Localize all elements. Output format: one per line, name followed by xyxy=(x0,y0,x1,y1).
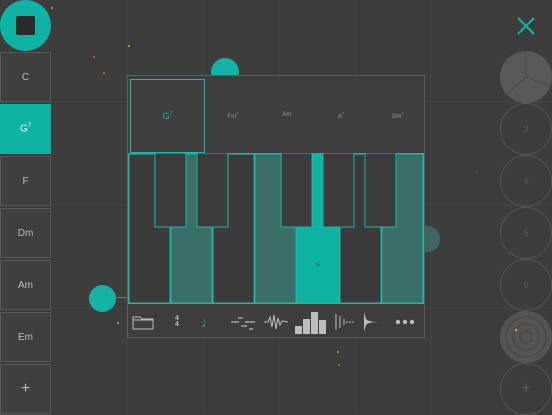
pad-circle-active[interactable] xyxy=(500,51,552,103)
sidebar-item-dm[interactable]: Dm xyxy=(0,208,51,258)
piano-keyboard[interactable] xyxy=(128,153,424,304)
pie-icon xyxy=(505,51,552,96)
plus-icon: + xyxy=(521,380,531,397)
stop-button[interactable] xyxy=(0,0,51,51)
black-key xyxy=(196,153,229,228)
pad-circle-5[interactable]: 5 xyxy=(500,207,552,259)
chord-option-a7[interactable]: A7 xyxy=(323,79,359,151)
close-icon xyxy=(517,17,535,35)
pad-number: 6 xyxy=(523,280,529,290)
more-button[interactable] xyxy=(392,309,418,335)
chord-panel: G7 Fm7 Am A7 Dm7 G 44 ♩ xyxy=(127,75,425,338)
pad-number: 3 xyxy=(523,124,529,134)
more-icon xyxy=(395,319,415,325)
add-chord-button[interactable]: + xyxy=(0,364,51,414)
sidebar-item-em[interactable]: Em xyxy=(0,312,51,362)
sidebar-item-am[interactable]: Am xyxy=(0,260,51,310)
sidebar-item-g7[interactable]: G7 xyxy=(0,104,51,154)
envelope-button[interactable] xyxy=(360,309,384,335)
arpeggio-icon xyxy=(231,317,255,330)
sidebar-item-label: F xyxy=(22,175,29,187)
key-label: G xyxy=(316,262,320,268)
sidebar-item-label: Am xyxy=(18,279,33,291)
wave-icon xyxy=(264,314,289,330)
chord-option-am[interactable]: Am xyxy=(268,79,306,151)
black-key xyxy=(322,153,355,228)
pad-circle-6[interactable]: 6 xyxy=(500,259,552,311)
black-key-highlight xyxy=(312,153,324,228)
pad-circle-4[interactable]: 4 xyxy=(500,155,552,207)
chord-option-fm7[interactable]: Fm7 xyxy=(213,79,253,151)
arpeggio-button[interactable] xyxy=(228,309,258,335)
sidebar-item-c[interactable]: C xyxy=(0,52,51,102)
folder-icon xyxy=(132,316,154,330)
chord-label: A7 xyxy=(337,110,345,120)
sidebar-item-label: Dm xyxy=(17,227,34,239)
chord-option-g7[interactable]: G7 xyxy=(130,79,205,153)
black-key xyxy=(364,153,397,228)
sidebar-item-f[interactable]: F xyxy=(0,156,51,206)
floating-node[interactable] xyxy=(89,285,116,312)
chord-label: G7 xyxy=(162,111,173,121)
sidebar-item-label: C xyxy=(21,71,30,83)
wave-button[interactable] xyxy=(262,309,290,335)
chord-label: Am xyxy=(282,112,292,118)
black-key xyxy=(154,153,187,228)
note-button[interactable]: ♩ xyxy=(198,309,218,335)
strum-button[interactable] xyxy=(331,309,357,335)
time-signature-icon: 44 xyxy=(175,315,179,328)
add-pad-button[interactable]: + xyxy=(500,363,552,415)
bars-button[interactable] xyxy=(293,309,327,335)
black-key xyxy=(280,153,313,228)
stop-icon xyxy=(16,16,35,35)
sidebar-item-label: Em xyxy=(18,331,33,343)
envelope-icon xyxy=(364,312,380,332)
close-button[interactable] xyxy=(513,13,539,39)
bars-icon xyxy=(295,312,326,334)
chord-label: Fm7 xyxy=(227,110,239,120)
chord-label: Dm7 xyxy=(392,110,404,120)
chord-option-dm7[interactable]: Dm7 xyxy=(378,79,418,151)
pad-number: 4 xyxy=(523,176,529,186)
plus-icon: + xyxy=(20,380,31,397)
pad-circle-radar[interactable] xyxy=(500,311,552,363)
pad-number: 5 xyxy=(523,228,529,238)
sidebar-item-label: G7 xyxy=(19,123,32,135)
radar-icon xyxy=(505,316,547,358)
folder-button[interactable] xyxy=(131,309,155,335)
pad-circle-3[interactable]: 3 xyxy=(500,103,552,155)
note-icon: ♩ xyxy=(201,314,215,330)
time-signature-button[interactable]: 44 xyxy=(168,309,186,335)
strum-icon xyxy=(335,314,354,330)
